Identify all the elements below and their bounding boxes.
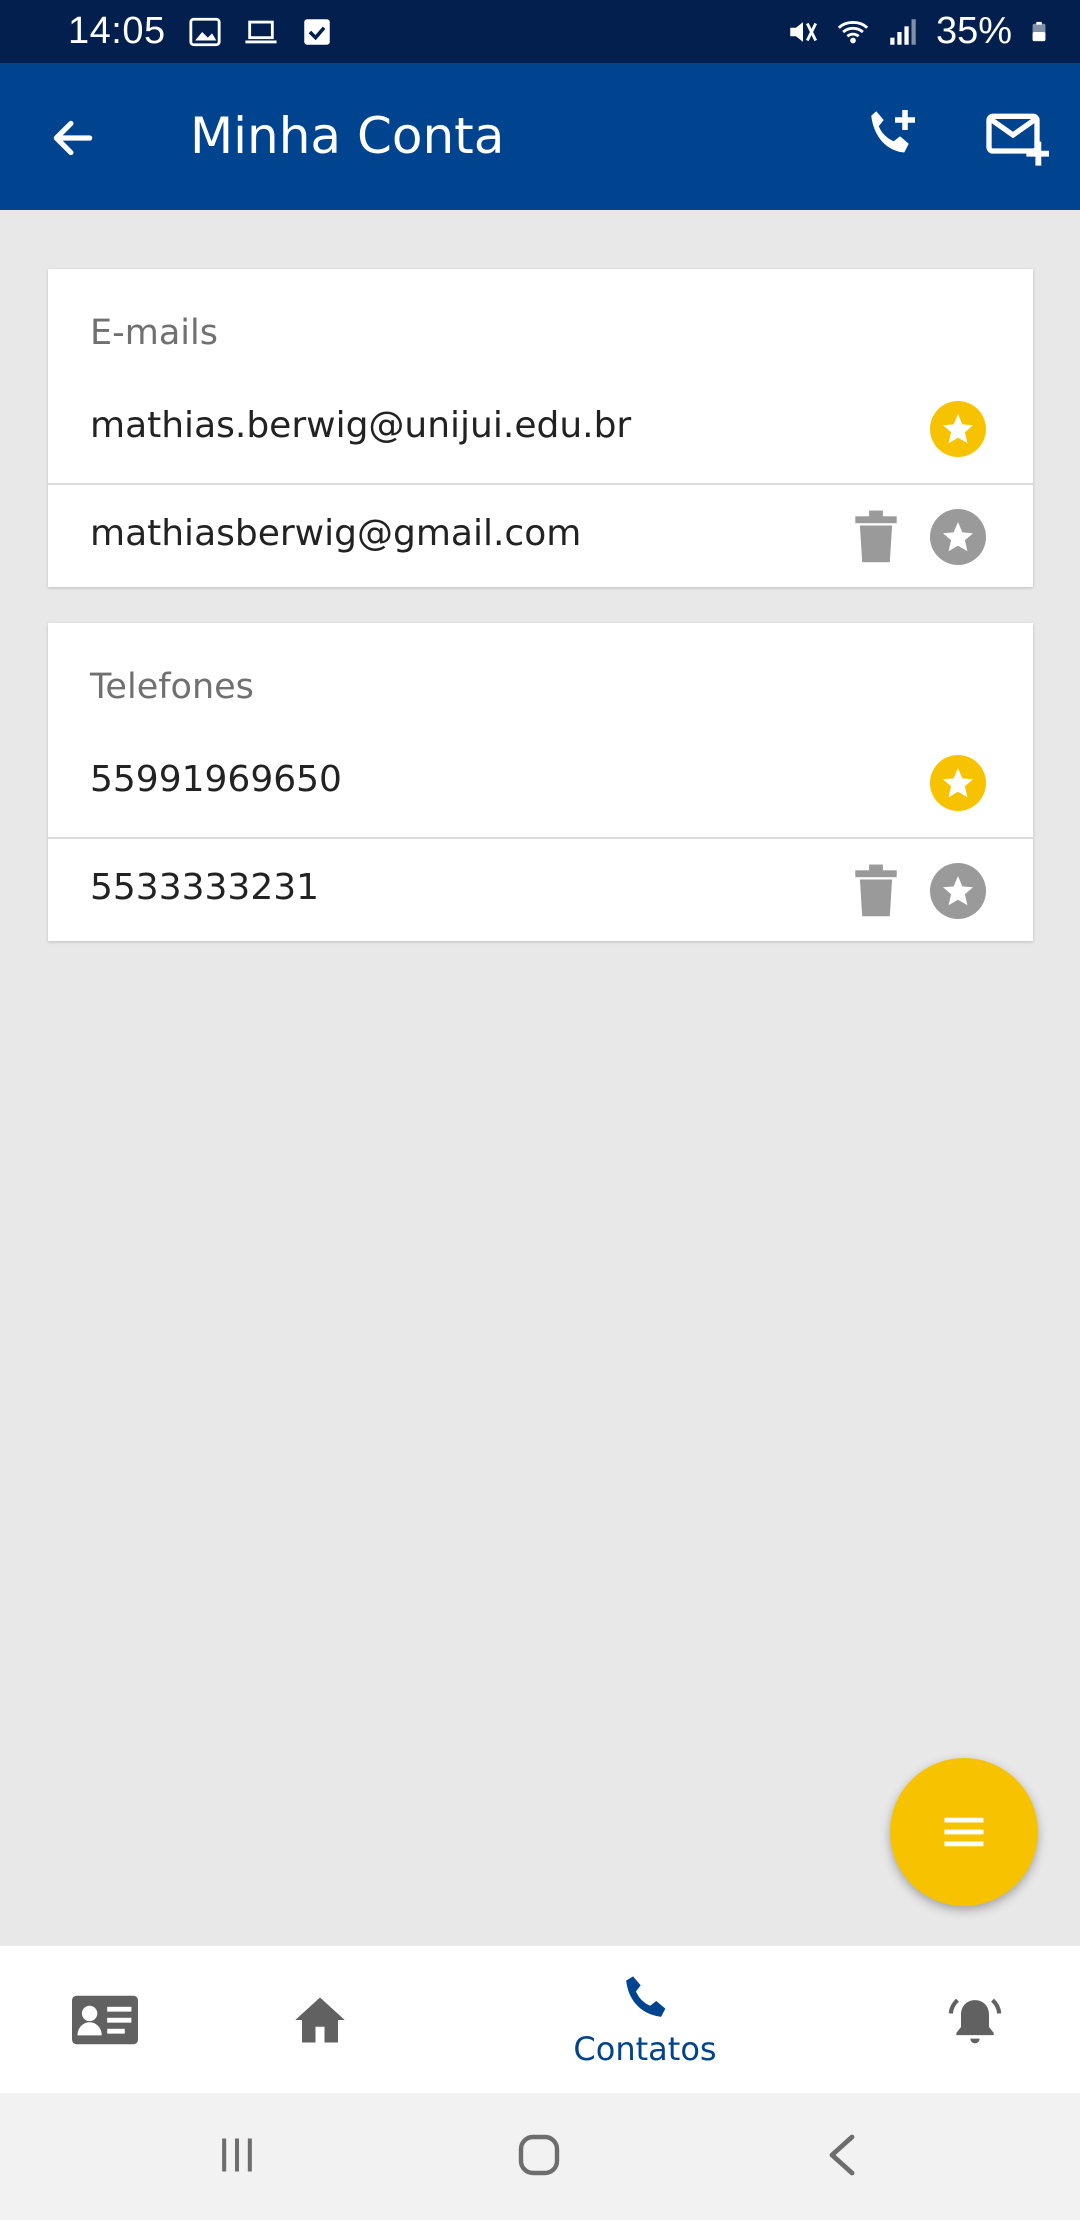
check-box-icon [303, 18, 330, 45]
phone-icon [626, 1975, 666, 2017]
emails-header: E-mails [90, 313, 218, 353]
status-bar: 14:05 35% [0, 0, 1080, 63]
nav-contacts[interactable]: Contatos [570, 1946, 720, 2093]
signal-icon [890, 18, 916, 45]
phones-card: Telefones 55991969650 5533333231 [48, 623, 1033, 941]
nav-id-card[interactable] [60, 1946, 150, 2093]
email-value: mathias.berwig@unijui.edu.br [90, 405, 632, 446]
home-icon [295, 1997, 345, 2042]
status-time: 14:05 [68, 10, 166, 52]
menu-icon [944, 1817, 984, 1847]
add-phone-icon[interactable] [860, 105, 920, 165]
nav-home[interactable] [280, 1946, 360, 2093]
bottom-nav: Contatos [0, 1946, 1080, 2093]
status-left: 14:05 [68, 10, 334, 53]
favorite-star-button[interactable] [930, 401, 986, 457]
battery-level: 35% [935, 10, 1012, 52]
phone-row[interactable]: 55991969650 [48, 731, 1033, 835]
star-icon [943, 876, 973, 906]
favorite-star-button[interactable] [930, 509, 986, 565]
favorite-star-button[interactable] [930, 863, 986, 919]
status-right: 35% [786, 10, 1050, 53]
phone-row[interactable]: 5533333231 [48, 837, 1033, 941]
nav-contacts-label: Contatos [573, 2029, 717, 2068]
phones-header: Telefones [90, 667, 254, 707]
phone-value: 55991969650 [90, 759, 342, 800]
star-icon [943, 414, 973, 444]
laptop-icon [245, 20, 277, 43]
add-mail-icon[interactable] [985, 107, 1049, 171]
recents-icon[interactable] [215, 2133, 259, 2177]
app-bar: Minha Conta [0, 63, 1080, 210]
star-icon [943, 768, 973, 798]
mute-icon [790, 21, 817, 42]
favorite-star-button[interactable] [930, 755, 986, 811]
trash-icon[interactable] [853, 863, 899, 919]
email-row[interactable]: mathiasberwig@gmail.com [48, 483, 1033, 587]
arrow-left-icon[interactable] [48, 113, 98, 163]
image-icon [189, 17, 221, 46]
back-icon[interactable] [822, 2131, 862, 2179]
page-title: Minha Conta [190, 107, 505, 165]
nav-alerts[interactable] [935, 1946, 1015, 2093]
trash-icon[interactable] [853, 509, 899, 565]
email-value: mathiasberwig@gmail.com [90, 513, 582, 554]
id-card-icon [72, 1995, 138, 2044]
alarm-bell-icon [948, 1998, 1002, 2043]
wifi-icon [837, 20, 869, 43]
system-nav-bar [0, 2093, 1080, 2220]
star-icon [943, 522, 973, 552]
menu-fab-button[interactable] [890, 1758, 1038, 1906]
home-button-icon[interactable] [515, 2131, 563, 2179]
phone-value: 5533333231 [90, 867, 320, 908]
battery-icon [1032, 21, 1046, 41]
email-row[interactable]: mathias.berwig@unijui.edu.br [48, 377, 1033, 481]
emails-card: E-mails mathias.berwig@unijui.edu.br mat… [48, 269, 1033, 587]
